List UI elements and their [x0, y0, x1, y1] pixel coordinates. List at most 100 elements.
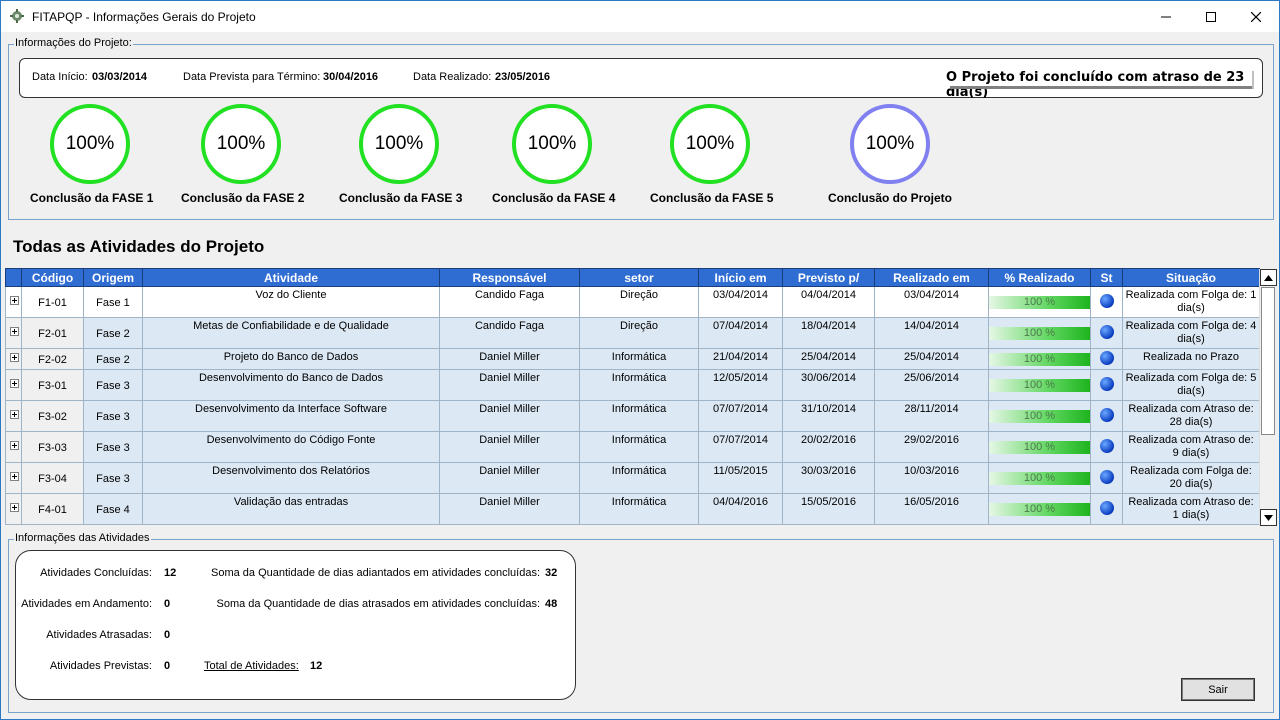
minimize-button[interactable] — [1143, 1, 1189, 32]
cell-planned: 30/03/2016 — [782, 462, 875, 494]
row-expand-toggle[interactable] — [5, 400, 22, 432]
cell-status-icon — [1090, 317, 1123, 349]
scroll-thumb[interactable] — [1261, 287, 1275, 435]
cell-planned: 15/05/2016 — [782, 493, 875, 525]
column-header-owner[interactable]: Responsável — [439, 268, 580, 287]
cell-activity: Desenvolvimento do Banco de Dados — [142, 369, 440, 401]
row-expand-toggle[interactable] — [5, 286, 22, 318]
scroll-up-button[interactable] — [1260, 269, 1277, 286]
column-header-sector[interactable]: setor — [579, 268, 699, 287]
early-days-sum-value: 32 — [545, 567, 558, 579]
cell-owner: Daniel Miller — [439, 348, 580, 370]
status-dot-icon — [1099, 325, 1114, 339]
plus-icon — [10, 326, 19, 336]
row-expand-toggle[interactable] — [5, 493, 22, 525]
cell-planned: 20/02/2016 — [782, 431, 875, 463]
cell-situation: Realizada com Atraso de: 28 dia(s) — [1122, 400, 1260, 432]
late-value: 0 — [164, 629, 171, 641]
phase-4-gauge-label: Conclusão da FASE 4 — [492, 191, 616, 205]
cell-situation: Realizada com Folga de: 4 dia(s) — [1122, 317, 1260, 349]
column-header-status-icon[interactable]: St — [1090, 268, 1123, 287]
cell-situation: Realizada com Folga de: 1 dia(s) — [1122, 286, 1260, 318]
column-header-start[interactable]: Início em — [698, 268, 783, 287]
plus-icon — [10, 295, 19, 305]
percent-bar: 100 % — [989, 409, 1090, 423]
exit-button[interactable]: Sair — [1181, 678, 1255, 701]
cell-code: F3-01 — [21, 369, 84, 401]
row-expand-toggle[interactable] — [5, 431, 22, 463]
cell-percent: 100 % — [988, 400, 1091, 432]
table-row[interactable]: F1-01 Fase 1 Voz do Cliente Candido Faga… — [5, 286, 1260, 318]
table-row[interactable]: F3-02 Fase 3 Desenvolvimento da Interfac… — [5, 400, 1260, 432]
cell-percent: 100 % — [988, 369, 1091, 401]
phase-2-gauge-label: Conclusão da FASE 2 — [181, 191, 305, 205]
delay-message-underline — [950, 86, 1254, 89]
table-row[interactable]: F2-02 Fase 2 Projeto do Banco de Dados D… — [5, 348, 1260, 370]
arrow-up-icon — [1264, 274, 1273, 281]
phase-3-gauge: 100% — [359, 104, 439, 184]
cell-situation: Realizada com Folga de: 5 dia(s) — [1122, 369, 1260, 401]
gear-app-icon — [10, 9, 24, 23]
maximize-button[interactable] — [1188, 1, 1234, 32]
status-dot-icon — [1099, 439, 1114, 453]
column-header-origin[interactable]: Origem — [83, 268, 143, 287]
row-expand-toggle[interactable] — [5, 462, 22, 494]
scroll-down-button[interactable] — [1260, 509, 1277, 526]
in-progress-label: Atividades em Andamento: — [21, 598, 152, 610]
column-header-done[interactable]: Realizado em — [874, 268, 989, 287]
cell-sector: Direção — [579, 317, 699, 349]
table-header-row: Código Origem Atividade Responsável seto… — [5, 268, 1260, 287]
cell-percent: 100 % — [988, 493, 1091, 525]
percent-bar: 100 % — [989, 352, 1090, 366]
row-expand-toggle[interactable] — [5, 348, 22, 370]
cell-activity: Desenvolvimento da Interface Software — [142, 400, 440, 432]
total-activities-link[interactable]: Total de Atividades: — [204, 660, 299, 672]
cell-sector: Direção — [579, 286, 699, 318]
in-progress-value: 0 — [164, 598, 171, 610]
cell-activity: Voz do Cliente — [142, 286, 440, 318]
cell-origin: Fase 3 — [83, 462, 143, 494]
cell-start: 11/05/2015 — [698, 462, 783, 494]
main-window: FITAPQP - Informações Gerais do Projeto … — [0, 0, 1280, 720]
cell-done: 03/04/2014 — [874, 286, 989, 318]
percent-bar: 100 % — [989, 378, 1090, 392]
phase-1-gauge: 100% — [50, 104, 130, 184]
close-button[interactable] — [1233, 1, 1279, 32]
cell-owner: Candido Faga — [439, 286, 580, 318]
cell-percent: 100 % — [988, 317, 1091, 349]
row-expand-toggle[interactable] — [5, 317, 22, 349]
column-header-expander — [5, 268, 22, 287]
planned-label: Atividades Previstas: — [49, 660, 152, 672]
delay-message: O Projeto foi concluído com atraso de 23… — [946, 70, 1245, 100]
grid-vertical-scrollbar[interactable] — [1259, 269, 1277, 526]
cell-origin: Fase 3 — [83, 400, 143, 432]
cell-situation: Realizada com Atraso de: 9 dia(s) — [1122, 431, 1260, 463]
cell-percent: 100 % — [988, 286, 1091, 318]
cell-status-icon — [1090, 369, 1123, 401]
column-header-activity[interactable]: Atividade — [142, 268, 440, 287]
column-header-code[interactable]: Código — [21, 268, 84, 287]
table-row[interactable]: F3-03 Fase 3 Desenvolvimento do Código F… — [5, 431, 1260, 463]
table-row[interactable]: F3-01 Fase 3 Desenvolvimento do Banco de… — [5, 369, 1260, 401]
table-row[interactable]: F4-01 Fase 4 Validação das entradas Dani… — [5, 493, 1260, 525]
table-row[interactable]: F3-04 Fase 3 Desenvolvimento dos Relatór… — [5, 462, 1260, 494]
activities-grid[interactable]: Código Origem Atividade Responsável seto… — [5, 268, 1277, 526]
cell-done: 25/06/2014 — [874, 369, 989, 401]
plus-icon — [10, 440, 19, 450]
cell-owner: Candido Faga — [439, 317, 580, 349]
column-header-situation[interactable]: Situação — [1122, 268, 1260, 287]
status-dot-icon — [1099, 377, 1114, 391]
column-header-planned[interactable]: Previsto p/ — [782, 268, 875, 287]
cell-percent: 100 % — [988, 462, 1091, 494]
cell-origin: Fase 3 — [83, 369, 143, 401]
row-expand-toggle[interactable] — [5, 369, 22, 401]
cell-start: 07/04/2014 — [698, 317, 783, 349]
table-row[interactable]: F2-01 Fase 2 Metas de Confiabilidade e d… — [5, 317, 1260, 349]
cell-done: 29/02/2016 — [874, 431, 989, 463]
cell-code: F3-03 — [21, 431, 84, 463]
percent-bar: 100 % — [989, 440, 1090, 454]
column-header-percent[interactable]: % Realizado — [988, 268, 1091, 287]
total-activities-value: 12 — [310, 660, 323, 672]
activity-stats-panel: Atividades Concluídas: 12 Atividades em … — [15, 550, 576, 700]
start-date-value: 03/03/2014 — [92, 71, 148, 83]
